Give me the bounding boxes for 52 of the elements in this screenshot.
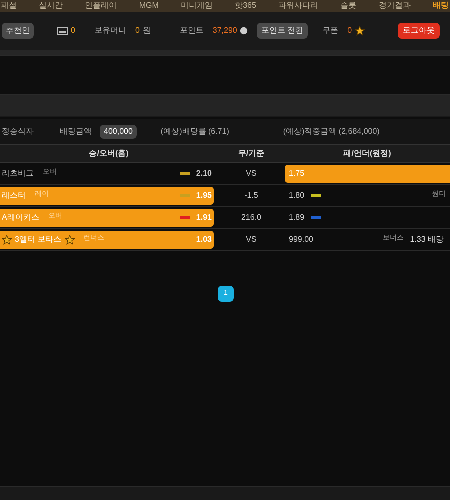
- slip-label: 정승식자: [2, 126, 34, 138]
- column-header: 무/기준: [237, 148, 266, 160]
- handicap-value: VS: [245, 234, 258, 246]
- team-name: 3엘터 보타스: [15, 234, 62, 246]
- away-pick[interactable]: 1.89: [285, 208, 450, 226]
- star-icon: [355, 26, 366, 36]
- team-name: 레스터: [2, 190, 26, 202]
- odds-value: 1.75: [289, 168, 305, 180]
- coupon-value: 0: [348, 25, 352, 37]
- nav-item[interactable]: 실시간: [39, 1, 64, 11]
- team-name: 리츠비그: [2, 168, 34, 180]
- handicap-value: VS: [245, 168, 258, 180]
- logout-button[interactable]: 로그아웃: [398, 23, 440, 39]
- nav-item[interactable]: 핫365: [235, 1, 256, 11]
- odds-value: 1.91: [196, 212, 212, 224]
- column-header: 패/언더(원정): [342, 148, 392, 160]
- coupon-label: 쿠폰: [322, 25, 339, 37]
- bonus-odds: 1.33 배당: [410, 234, 444, 246]
- points-label: 포인트: [180, 25, 204, 37]
- nav-item[interactable]: 미니게임: [181, 1, 213, 11]
- handicap-value: 216.0: [240, 212, 263, 224]
- odds-value: 2.10: [196, 168, 212, 180]
- nav-item[interactable]: MGM: [139, 1, 159, 11]
- star-icon: [64, 234, 75, 244]
- bet-amount-label: 배팅금액: [60, 126, 92, 138]
- expected-payout: (예상)적중금액 (2,684,000): [283, 126, 380, 138]
- nav-item[interactable]: 페셜: [1, 1, 17, 11]
- odds-value: 1.95: [196, 190, 212, 202]
- bet-amount-value: 400,000: [100, 124, 137, 138]
- money-value: 0: [135, 25, 140, 37]
- odds-value: 1.03: [196, 234, 212, 246]
- points-coin-icon: [240, 27, 248, 35]
- nav-item[interactable]: 슬롯: [340, 1, 357, 11]
- nav-item[interactable]: 인플레이: [85, 1, 118, 11]
- nav-item[interactable]: 파워사다리: [278, 1, 319, 11]
- star-icon: [2, 234, 12, 244]
- nav-item[interactable]: 경기결과: [378, 1, 411, 11]
- handicap-value: -1.5: [244, 190, 260, 202]
- referrer-button[interactable]: 추천인: [2, 23, 34, 39]
- money-label: 보유머니: [94, 25, 126, 37]
- column-header: 승/오버(홈): [88, 148, 130, 160]
- team-name: A레이커스: [2, 212, 40, 224]
- money-unit: 원: [142, 25, 151, 37]
- odds-value: 1.80: [289, 190, 305, 202]
- nav-item[interactable]: 배팅: [432, 1, 449, 11]
- odds-value: 999.00: [289, 234, 314, 246]
- mail-icon[interactable]: [57, 27, 68, 35]
- points-value: 37,290: [212, 25, 238, 37]
- points-convert-button[interactable]: 포인트 전환: [257, 23, 308, 39]
- message-count: 0: [71, 25, 76, 37]
- expected-odds: (예상)배당률 (6.71): [160, 126, 230, 138]
- odds-value: 1.89: [289, 212, 305, 224]
